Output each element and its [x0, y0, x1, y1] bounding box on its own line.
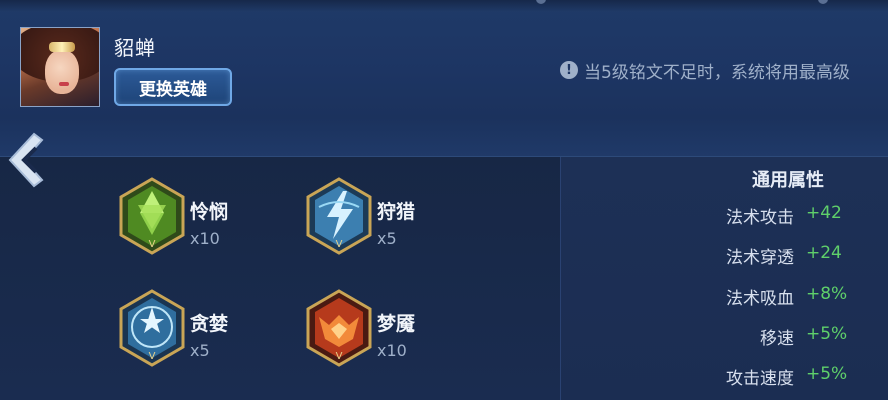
hero-header: 貂蝉 更换英雄 ! 当5级铭文不足时，系统将用最高级	[0, 0, 888, 118]
rune-item[interactable]: V 怜悯 x10	[118, 177, 318, 267]
rune-count: x5	[377, 229, 397, 248]
change-hero-button[interactable]: 更换英雄	[114, 68, 232, 106]
stat-row: 法术吸血 +8%	[560, 284, 888, 309]
stat-name: 法术穿透	[726, 248, 794, 268]
stat-value: +5%	[806, 324, 848, 344]
blue-star-rune-icon: V	[119, 289, 185, 367]
svg-text:V: V	[336, 351, 343, 362]
stat-value: +8%	[806, 284, 848, 304]
top-knob	[536, 0, 546, 4]
notice-text: 当5级铭文不足时，系统将用最高级	[584, 62, 850, 83]
stats-title: 通用属性	[752, 170, 824, 191]
stat-value: +42	[806, 203, 842, 223]
stat-row: 法术穿透 +24	[560, 243, 888, 268]
svg-text:V: V	[336, 239, 343, 250]
stat-name: 法术吸血	[726, 289, 794, 309]
info-icon: !	[560, 61, 578, 79]
svg-text:V: V	[149, 239, 156, 250]
rune-name: 狩猎	[377, 201, 416, 223]
rune-name: 怜悯	[190, 201, 229, 223]
stat-name: 移速	[760, 329, 794, 349]
stat-row: 攻击速度 +5%	[560, 364, 888, 389]
rune-count: x10	[190, 229, 220, 248]
svg-text:V: V	[149, 351, 156, 362]
blue-lightning-rune-icon: V	[306, 177, 372, 255]
stat-name: 攻击速度	[726, 369, 794, 389]
green-hexagram-rune-icon: V	[119, 177, 185, 255]
stat-row: 法术攻击 +42	[560, 203, 888, 228]
rune-name: 贪婪	[190, 313, 229, 335]
stat-value: +5%	[806, 364, 848, 384]
rune-count: x10	[377, 341, 407, 360]
header-divider	[0, 118, 888, 158]
rune-item[interactable]: V 狩猎 x5	[305, 177, 505, 267]
hero-name: 貂蝉	[114, 36, 156, 60]
stat-value: +24	[806, 243, 842, 263]
stat-row: 移速 +5%	[560, 324, 888, 349]
rune-item[interactable]: V 贪婪 x5	[118, 289, 318, 379]
rune-item[interactable]: V 梦魇 x10	[305, 289, 505, 379]
hero-avatar	[20, 27, 100, 107]
rune-notice: ! 当5级铭文不足时，系统将用最高级	[560, 58, 850, 83]
red-demon-rune-icon: V	[306, 289, 372, 367]
rune-count: x5	[190, 341, 210, 360]
top-edge	[0, 0, 888, 12]
rune-name: 梦魇	[377, 313, 416, 335]
stat-name: 法术攻击	[726, 208, 794, 228]
top-knob	[818, 0, 828, 4]
back-arrow-icon[interactable]	[4, 130, 48, 190]
